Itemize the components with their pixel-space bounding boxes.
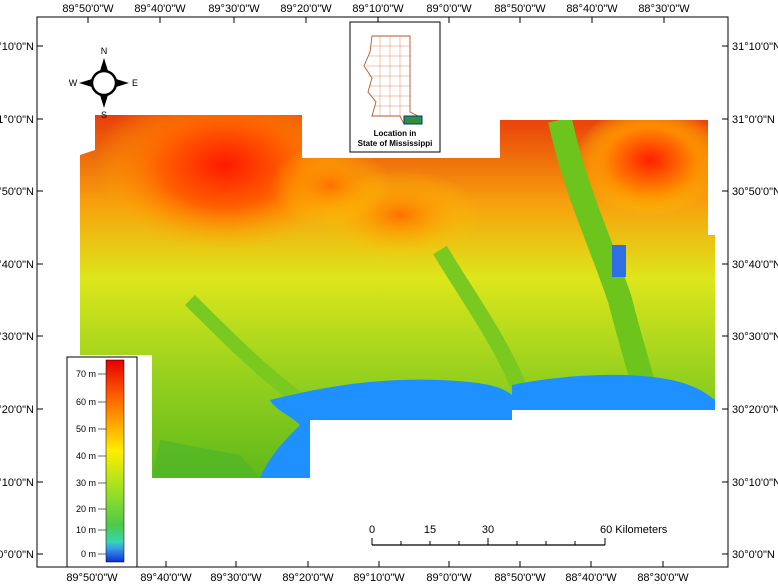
inset-caption-line2: State of Mississippi (358, 139, 433, 148)
inset-caption-line1: Location in (374, 129, 417, 138)
longitude-tick-label: 89°30'0"W (208, 3, 260, 15)
latitude-tick-label: 30°40'0"N (732, 259, 778, 271)
latitude-tick-label: 30°50'0"N (732, 186, 778, 198)
latitude-tick-label: 30°0'0"N (0, 549, 34, 561)
longitude-tick-label: 88°40'0"W (565, 572, 617, 584)
legend-label: 0 m (81, 549, 96, 559)
legend-label: 10 m (76, 525, 96, 535)
north-label: N (101, 46, 108, 56)
latitude-tick-label: 30°20'0"N (0, 404, 34, 416)
west-label: W (69, 78, 78, 88)
longitude-tick-label: 89°40'0"W (140, 572, 192, 584)
legend-label: 50 m (76, 424, 96, 434)
east-label: E (132, 78, 138, 88)
longitude-tick-label: 89°40'0"W (134, 3, 186, 15)
legend-label: 60 m (76, 397, 96, 407)
scale-label: 30 (482, 524, 494, 536)
longitude-tick-label: 88°40'0"W (566, 3, 618, 15)
latitude-tick-label: 31°10'0"N (732, 41, 778, 53)
legend-label: 70 m (76, 369, 96, 379)
latitude-tick-label: 30°50'0"N (0, 186, 34, 198)
latitude-tick-label: 30°0'0"N (732, 549, 775, 561)
legend-color-ramp (105, 359, 125, 563)
latitude-tick-label: 31°0'0"N (0, 114, 34, 126)
latitude-tick-label: 30°10'0"N (0, 477, 34, 489)
longitude-tick-label: 89°10'0"W (353, 572, 405, 584)
scale-label: 60 Kilometers (600, 524, 668, 536)
longitude-tick-label: 89°10'0"W (352, 3, 404, 15)
longitude-tick-label: 88°30'0"W (638, 3, 690, 15)
elevation-map: 89°50'0"W 89°40'0"W 89°30'0"W 89°20'0"W … (0, 3, 778, 584)
legend-label: 20 m (76, 504, 96, 514)
legend-label: 30 m (76, 478, 96, 488)
south-label: S (101, 110, 107, 120)
longitude-tick-label: 89°20'0"W (280, 3, 332, 15)
longitude-tick-label: 89°50'0"W (62, 3, 114, 15)
longitude-tick-label: 89°0'0"W (426, 572, 472, 584)
longitude-tick-label: 88°50'0"W (494, 3, 546, 15)
legend-label: 40 m (76, 451, 96, 461)
latitude-tick-label: 30°30'0"N (732, 331, 778, 343)
study-area-highlight (403, 115, 423, 125)
longitude-tick-label: 88°30'0"W (637, 572, 689, 584)
elevation-legend: 70 m 60 m 50 m 40 m 30 m 20 m 10 m 0 m (66, 356, 138, 568)
latitude-tick-label: 30°10'0"N (732, 477, 778, 489)
latitude-tick-label: 30°40'0"N (0, 259, 34, 271)
latitude-tick-label: 30°20'0"N (732, 404, 778, 416)
latitude-tick-label: 31°0'0"N (732, 114, 775, 126)
latitude-tick-label: 31°10'0"N (0, 41, 34, 53)
scale-label: 15 (424, 524, 436, 536)
location-inset: Location in State of Mississippi (349, 21, 441, 153)
scale-label: 0 (369, 524, 375, 536)
longitude-tick-label: 89°0'0"W (426, 3, 472, 15)
longitude-tick-label: 89°30'0"W (210, 572, 262, 584)
longitude-tick-label: 89°20'0"W (282, 572, 334, 584)
longitude-tick-label: 89°50'0"W (66, 572, 118, 584)
longitude-tick-label: 88°50'0"W (494, 572, 546, 584)
latitude-tick-label: 30°30'0"N (0, 331, 34, 343)
